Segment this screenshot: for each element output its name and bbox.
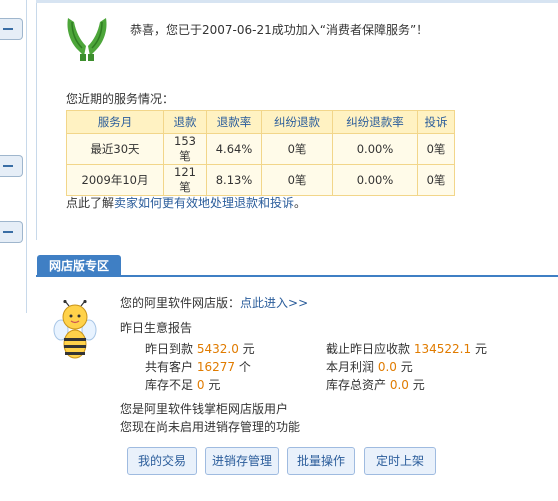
table-cell: 4.64% bbox=[206, 133, 262, 165]
customers-label: 共有客户 bbox=[145, 360, 194, 374]
stock-assets-value: 0.0 bbox=[389, 378, 409, 392]
inventory-management-button[interactable]: 进销存管理 bbox=[205, 447, 279, 475]
hint-suffix: 。 bbox=[294, 196, 307, 210]
shop-label-line: 您的阿里软件网店版：点此进入>> bbox=[120, 294, 308, 311]
yesterday-income: 昨日到款 5432.0 元 bbox=[145, 340, 255, 357]
monthly-profit: 本月利润 0.0 元 bbox=[326, 358, 413, 375]
tab-shop-edition[interactable]: 网店版专区 bbox=[37, 255, 121, 277]
shop-label: 您的阿里软件网店版： bbox=[120, 296, 241, 310]
table-header-row: 服务月 退款 退款率 纠纷退款 纠纷退款率 投诉 bbox=[66, 110, 455, 134]
stock-short-label: 库存不足 bbox=[145, 378, 194, 392]
user-note: 您是阿里软件钱掌柜网店版用户 bbox=[120, 402, 289, 416]
table-cell: 8.13% bbox=[206, 164, 262, 196]
hands-icon bbox=[67, 18, 107, 61]
stock-assets: 库存总资产 0.0 元 bbox=[326, 376, 425, 393]
table-cell: 0.00% bbox=[332, 133, 418, 165]
receivable-unit: 元 bbox=[474, 342, 487, 356]
refund-hint: 点此了解卖家如何更有效地处理退款和投诉。 bbox=[66, 194, 306, 211]
profit-value: 0.0 bbox=[377, 360, 397, 374]
my-trades-button[interactable]: 我的交易 bbox=[127, 447, 197, 475]
bee-mascot-icon bbox=[53, 300, 97, 359]
hint-prefix: 点此了解 bbox=[66, 196, 115, 210]
stock-short-value: 0 bbox=[196, 378, 205, 392]
col-header: 纠纷退款 bbox=[261, 110, 333, 134]
stock-assets-unit: 元 bbox=[412, 378, 425, 392]
col-header: 纠纷退款率 bbox=[332, 110, 418, 134]
profit-label: 本月利润 bbox=[326, 360, 375, 374]
col-header: 退款 bbox=[163, 110, 207, 134]
scheduled-listing-button[interactable]: 定时上架 bbox=[364, 447, 436, 475]
refund-handling-link[interactable]: 卖家如何更有效地处理退款和投诉 bbox=[114, 196, 294, 210]
stock-short-unit: 元 bbox=[208, 378, 221, 392]
table-cell: 0笔 bbox=[261, 133, 333, 165]
report-title: 昨日生意报告 bbox=[120, 321, 193, 335]
collapse-button-1[interactable] bbox=[0, 18, 23, 40]
table-row: 最近30天 153笔 4.64% 0笔 0.00% 0笔 bbox=[66, 133, 455, 165]
service-stats-table: 服务月 退款 退款率 纠纷退款 纠纷退款率 投诉 最近30天 153笔 4.64… bbox=[66, 110, 455, 196]
yesterday-income-label: 昨日到款 bbox=[145, 342, 194, 356]
panel-top-border bbox=[36, 0, 558, 3]
table-cell: 2009年10月 bbox=[66, 164, 164, 196]
stock-shortage: 库存不足 0 元 bbox=[145, 376, 220, 393]
yesterday-income-value: 5432.0 bbox=[196, 342, 239, 356]
collapse-button-3[interactable] bbox=[0, 221, 23, 243]
receivable-label: 截止昨日应收款 bbox=[326, 342, 411, 356]
table-cell: 153笔 bbox=[163, 133, 207, 165]
congrats-message: 恭喜，您已于2007-06-21成功加入“消费者保障服务”！ bbox=[130, 23, 429, 37]
yesterday-income-unit: 元 bbox=[242, 342, 255, 356]
table-cell: 0笔 bbox=[417, 164, 455, 196]
table-row: 2009年10月 121笔 8.13% 0笔 0.00% 0笔 bbox=[66, 164, 455, 196]
table-cell: 最近30天 bbox=[66, 133, 164, 165]
receivable: 截止昨日应收款 134522.1 元 bbox=[326, 340, 487, 357]
batch-operation-button[interactable]: 批量操作 bbox=[287, 447, 355, 475]
table-cell: 0笔 bbox=[261, 164, 333, 196]
col-header: 退款率 bbox=[206, 110, 262, 134]
profit-unit: 元 bbox=[400, 360, 413, 374]
service-status-title: 您近期的服务情况： bbox=[66, 92, 175, 106]
col-header: 投诉 bbox=[417, 110, 455, 134]
stock-assets-label: 库存总资产 bbox=[326, 378, 387, 392]
enter-shop-link[interactable]: 点此进入>> bbox=[240, 296, 308, 310]
receivable-value: 134522.1 bbox=[413, 342, 472, 356]
customers-unit: 个 bbox=[238, 360, 251, 374]
table-cell: 121笔 bbox=[163, 164, 207, 196]
table-cell: 0.00% bbox=[332, 164, 418, 196]
col-header: 服务月 bbox=[66, 110, 164, 134]
collapse-button-2[interactable] bbox=[0, 155, 23, 177]
customers: 共有客户 16277 个 bbox=[145, 358, 251, 375]
inventory-note: 您现在尚未启用进销存管理的功能 bbox=[120, 420, 301, 434]
customers-value: 16277 bbox=[196, 360, 236, 374]
table-cell: 0笔 bbox=[417, 133, 455, 165]
